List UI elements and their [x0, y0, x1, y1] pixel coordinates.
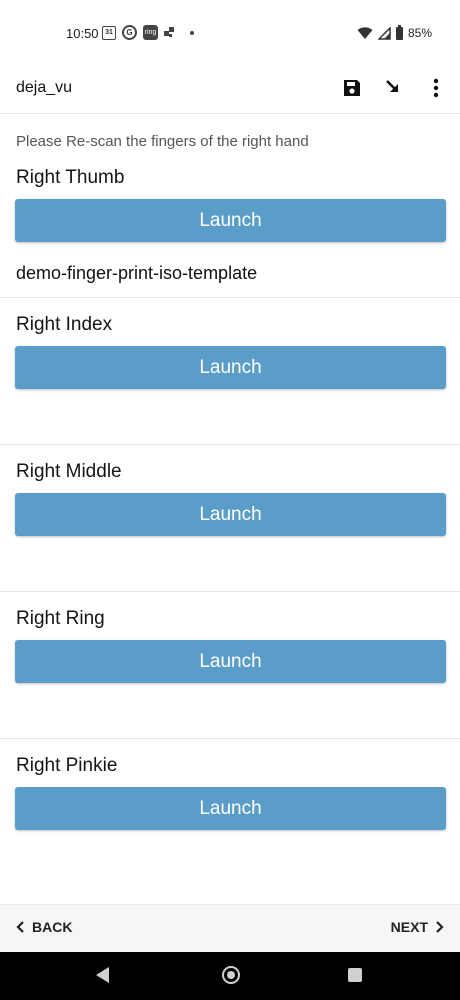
- launch-button-right-ring[interactable]: Launch: [15, 640, 446, 683]
- back-label: BACK: [32, 919, 73, 935]
- launch-button-right-thumb[interactable]: Launch: [15, 199, 446, 242]
- notification-icons: 31 G ring: [102, 25, 194, 40]
- download-arrow-icon[interactable]: [382, 76, 406, 100]
- template-name: demo-finger-print-iso-template: [16, 263, 258, 283]
- slack-icon: [164, 26, 176, 39]
- launch-button-right-index[interactable]: Launch: [15, 346, 446, 389]
- finger-label: Right Pinkie: [16, 755, 118, 776]
- finger-section-right-thumb: Right Thumb Launch demo-finger-print-iso…: [0, 115, 460, 298]
- finger-section-right-pinkie: Right Pinkie Launch: [0, 739, 460, 839]
- battery-icon: [395, 24, 403, 40]
- next-button[interactable]: NEXT: [391, 919, 444, 935]
- app-title: deja_vu: [16, 79, 73, 96]
- app-bar: deja_vu: [0, 66, 460, 114]
- status-bar: 10:50 31 G ring 85%: [0, 0, 460, 66]
- status-time: 10:50: [66, 26, 99, 41]
- more-vert-icon[interactable]: [424, 76, 448, 100]
- system-recents-icon[interactable]: [348, 968, 362, 982]
- back-button[interactable]: BACK: [16, 919, 72, 935]
- system-status: 85%: [357, 24, 432, 40]
- finger-label: Right Ring: [16, 608, 105, 629]
- finger-label: Right Middle: [16, 461, 122, 482]
- app-actions: [340, 76, 448, 100]
- ring-icon: ring: [143, 25, 158, 40]
- chevron-right-icon: [436, 921, 444, 933]
- finger-label: Right Index: [16, 314, 113, 335]
- wifi-icon: [357, 26, 373, 39]
- next-label: NEXT: [390, 919, 428, 935]
- system-navigation-bar: [0, 952, 460, 1000]
- finger-section-right-middle: Right Middle Launch: [0, 445, 460, 592]
- bottom-navigation: BACK NEXT: [0, 904, 460, 952]
- calendar-icon: 31: [102, 25, 116, 40]
- google-icon: G: [122, 25, 137, 40]
- system-back-icon[interactable]: [96, 967, 109, 983]
- launch-button-right-pinkie[interactable]: Launch: [15, 787, 446, 830]
- finger-section-right-ring: Right Ring Launch: [0, 592, 460, 739]
- finger-section-right-index: Right Index Launch: [0, 298, 460, 445]
- launch-button-right-middle[interactable]: Launch: [15, 493, 446, 536]
- more-notifications-icon: [190, 30, 194, 35]
- finger-label: Right Thumb: [16, 167, 125, 188]
- battery-percent: 85%: [407, 26, 432, 40]
- save-icon[interactable]: [340, 76, 364, 100]
- signal-icon: [377, 26, 391, 40]
- system-home-icon[interactable]: [222, 966, 240, 984]
- chevron-left-icon: [16, 921, 24, 933]
